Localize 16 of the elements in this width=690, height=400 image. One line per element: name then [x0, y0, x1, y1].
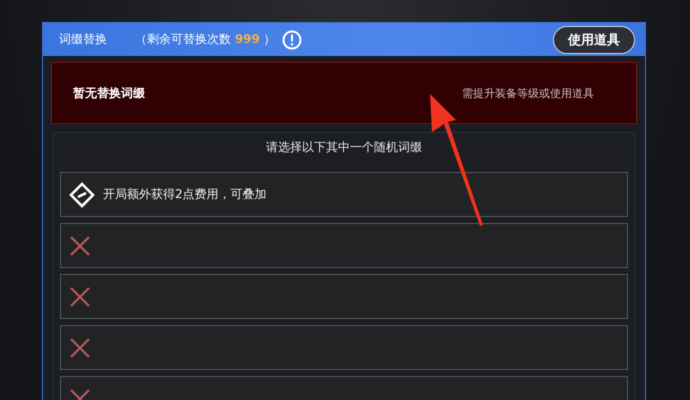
- option-row[interactable]: 开局额外获得2点费用，可叠加: [60, 172, 628, 217]
- cross-icon: [69, 286, 91, 308]
- dialog-title: 词缀替换: [59, 31, 107, 48]
- option-row[interactable]: [60, 274, 628, 319]
- use-item-button[interactable]: 使用道具: [553, 26, 635, 54]
- cross-icon: [69, 336, 91, 358]
- affix-text: 开局额外获得2点费用，可叠加: [103, 186, 267, 203]
- cross-icon: [69, 234, 91, 256]
- banner-hint: 需提升装备等级或使用道具: [462, 86, 594, 101]
- prompt-text: 请选择以下其中一个随机词缀: [265, 139, 423, 156]
- option-row[interactable]: [60, 223, 628, 268]
- info-icon[interactable]: [282, 30, 302, 50]
- remaining-count-text: （剩余可替换次数 999 ）: [135, 31, 276, 48]
- diamond-link-icon: [69, 182, 95, 208]
- banner-title: 暂无替换词缀: [73, 84, 145, 102]
- option-row[interactable]: [60, 325, 628, 370]
